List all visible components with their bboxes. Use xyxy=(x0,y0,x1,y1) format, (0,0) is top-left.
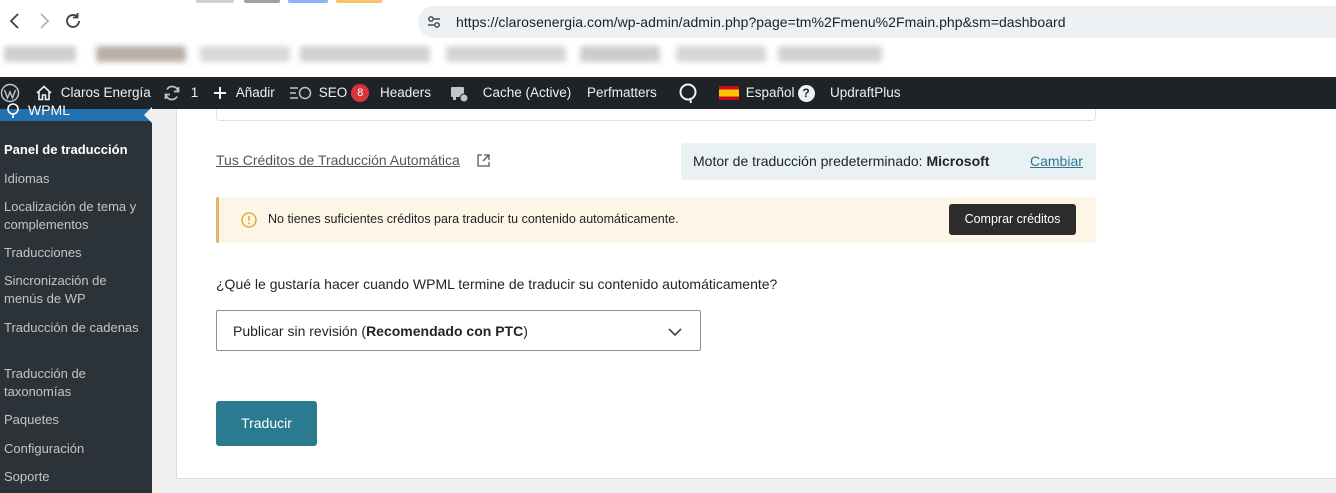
select-value-bold: Recomendado con PTC xyxy=(366,323,524,339)
seo-menu-button[interactable]: SEO 8 xyxy=(289,77,370,109)
home-icon xyxy=(36,85,52,101)
plus-icon xyxy=(214,87,226,100)
cache-label: Cache (Active) xyxy=(482,85,572,100)
sidebar-item-traducciones[interactable]: Traducciones xyxy=(4,244,144,262)
reload-button[interactable] xyxy=(62,10,84,32)
help-icon[interactable]: ? xyxy=(797,84,815,102)
info-warning-icon xyxy=(241,212,257,228)
browser-toolbar: https://clarosenergia.com/wp-admin/admin… xyxy=(0,0,1336,77)
add-new-button[interactable]: Añadir xyxy=(212,77,275,109)
completion-question: ¿Qué le gustaría hacer cuando WPML termi… xyxy=(216,276,778,292)
sidebar-item-idiomas[interactable]: Idiomas xyxy=(4,170,144,188)
updraftplus-menu[interactable]: UpdraftPlus xyxy=(830,77,901,109)
engine-label: Motor de traducción predeterminado: xyxy=(693,153,927,169)
sidebar-item-traduccion-taxonomias[interactable]: Traducción de taxonomías xyxy=(4,365,144,401)
query-monitor-button[interactable] xyxy=(677,77,699,109)
translate-button[interactable]: Traducir xyxy=(216,401,317,446)
url-text[interactable]: https://clarosenergia.com/wp-admin/admin… xyxy=(456,14,1066,30)
sidebar-item-localizacion[interactable]: Localización de tema y complementos xyxy=(4,198,144,234)
sidebar-item-wpml[interactable]: WPML xyxy=(0,102,152,123)
cache-menu-button[interactable]: Cache (Active) xyxy=(449,77,571,109)
updates-button[interactable]: 1 xyxy=(163,77,198,109)
site-settings-icon[interactable] xyxy=(426,14,442,30)
chevron-right-icon xyxy=(40,13,50,29)
sidebar-item-paquetes[interactable]: Paquetes xyxy=(4,411,144,429)
sidebar-item-sincronizacion-menus[interactable]: Sincronización de menús de WP xyxy=(4,272,144,308)
sidebar-item-soporte[interactable]: Soporte xyxy=(4,468,144,486)
credits-link[interactable]: Tus Créditos de Traducción Automática xyxy=(216,152,460,168)
engine-value: Microsoft xyxy=(926,153,990,169)
select-value-suffix: ) xyxy=(523,323,528,339)
seo-badge: 8 xyxy=(351,84,370,103)
sidebar-item-configuracion[interactable]: Configuración xyxy=(4,440,144,458)
wordpress-logo-icon xyxy=(0,84,20,103)
sidebar-item-panel-traduccion[interactable]: Panel de traducción xyxy=(4,141,144,159)
completion-action-select[interactable]: Publicar sin revisión (Recomendado con P… xyxy=(216,310,701,351)
language-label: Español xyxy=(745,85,795,100)
query-monitor-icon xyxy=(679,83,697,104)
notice-text: No tienes suficientes créditos para trad… xyxy=(268,212,679,226)
add-new-label: Añadir xyxy=(235,85,275,100)
change-engine-link[interactable]: Cambiar xyxy=(1030,153,1083,169)
translation-engine-box: Motor de traducción predeterminado: Micr… xyxy=(681,143,1096,180)
cache-icon xyxy=(451,87,469,103)
engine-text: Motor de traducción predeterminado: Micr… xyxy=(693,153,989,169)
sidebar-item-traduccion-cadenas[interactable]: Traducción de cadenas xyxy=(4,319,144,337)
seo-icon xyxy=(290,87,312,100)
bookmarks-bar xyxy=(0,40,1336,70)
forward-button[interactable] xyxy=(33,10,55,32)
chevron-down-icon xyxy=(668,328,682,337)
select-value: Publicar sin revisión (Recomendado con P… xyxy=(233,323,528,339)
wpml-icon xyxy=(7,103,19,118)
updates-icon xyxy=(164,86,180,101)
sidebar-item-wpml-label: WPML xyxy=(28,102,70,118)
external-link-icon[interactable] xyxy=(476,153,491,168)
credits-warning-notice: No tienes suficientes créditos para trad… xyxy=(216,197,1096,243)
previous-section-box xyxy=(216,109,1096,121)
address-bar[interactable]: https://clarosenergia.com/wp-admin/admin… xyxy=(418,6,1336,38)
perfmatters-menu[interactable]: Perfmatters xyxy=(587,77,657,109)
seo-label: SEO xyxy=(318,85,348,100)
wp-admin-bar: Claros Energía 1 Añadir SEO 8 Headers Cac… xyxy=(0,77,1336,109)
updates-count: 1 xyxy=(190,85,199,100)
back-button[interactable] xyxy=(4,10,26,32)
site-name: Claros Energía xyxy=(60,85,151,100)
spain-flag-icon xyxy=(719,86,739,101)
headers-menu[interactable]: Headers xyxy=(380,77,431,109)
buy-credits-button[interactable]: Comprar créditos xyxy=(949,204,1076,235)
reload-icon xyxy=(66,13,80,28)
language-switcher[interactable]: Español? xyxy=(719,77,815,109)
chevron-left-icon xyxy=(9,13,19,29)
current-menu-arrow xyxy=(144,107,152,123)
select-value-prefix: Publicar sin revisión ( xyxy=(233,323,367,339)
admin-sidebar: WPML Panel de traducción Idiomas Localiz… xyxy=(0,102,152,493)
